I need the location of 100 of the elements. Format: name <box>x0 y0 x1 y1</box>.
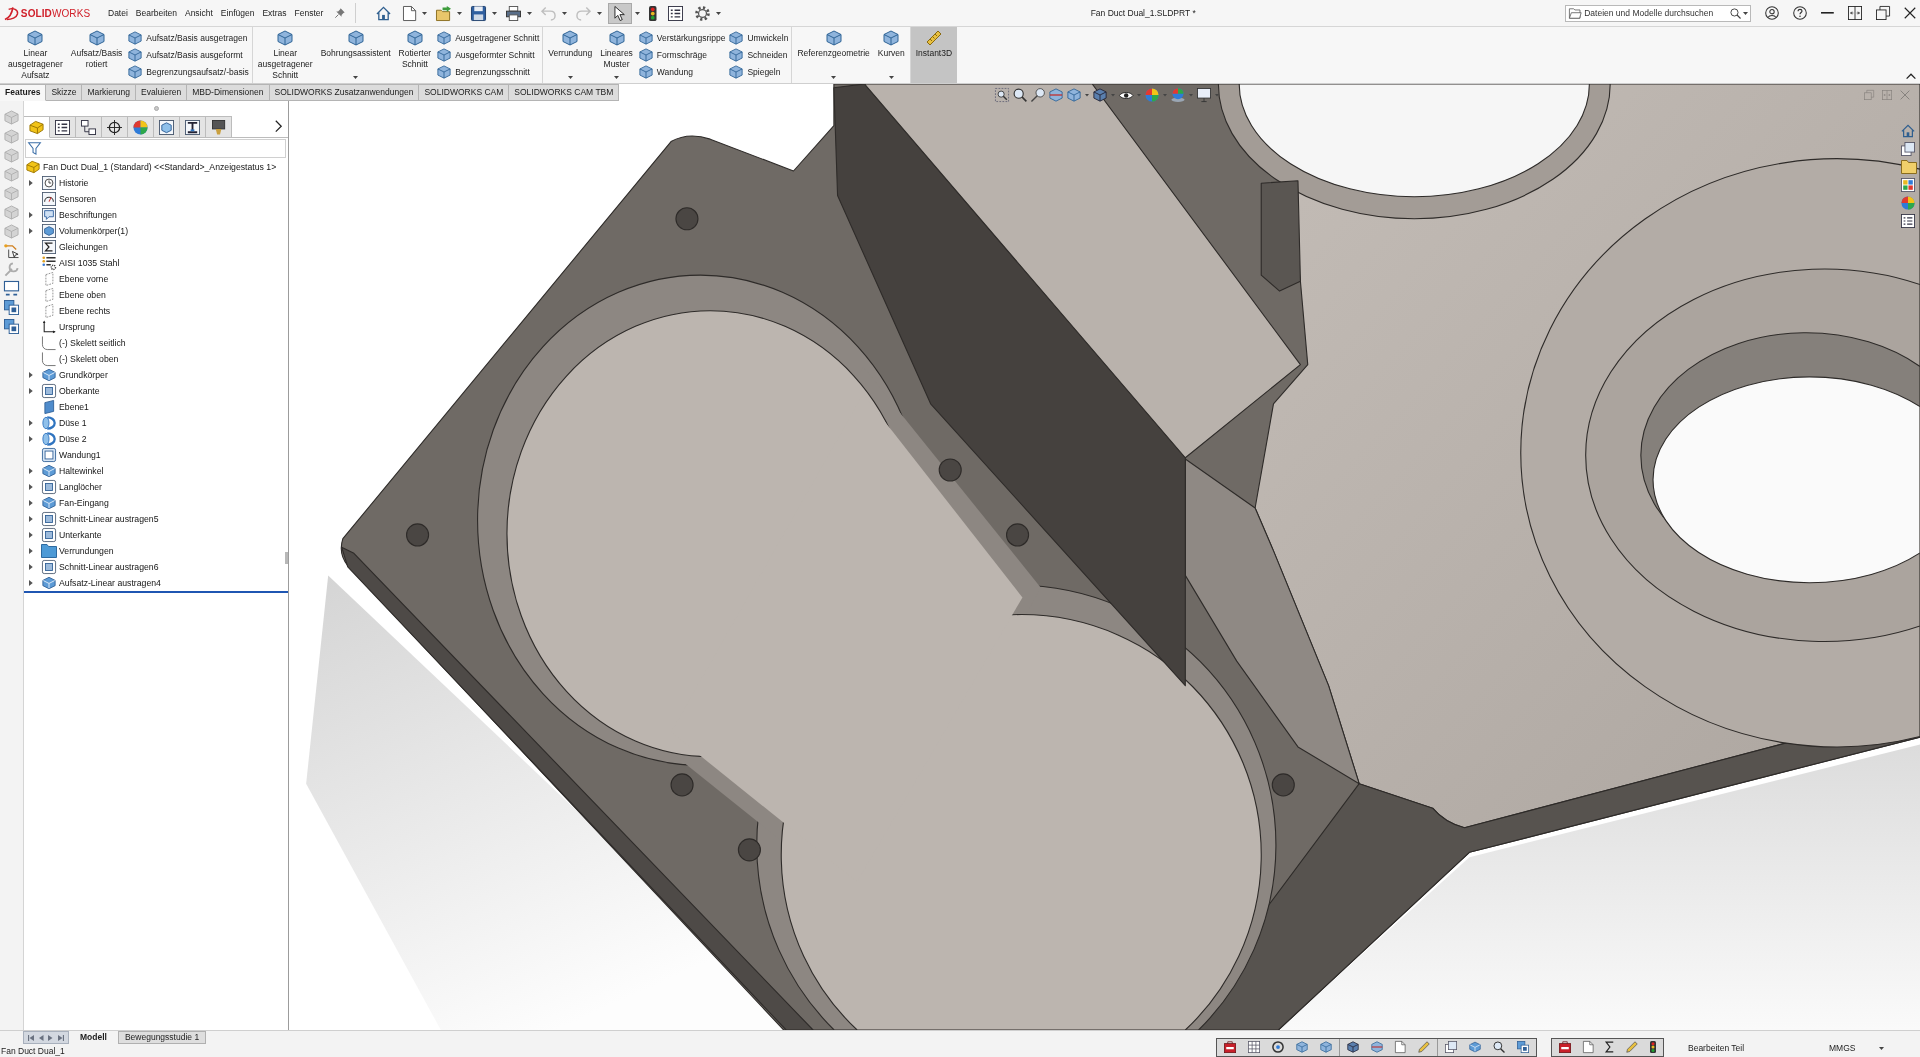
filter-field[interactable] <box>25 139 286 158</box>
caret-icon[interactable] <box>1743 11 1749 15</box>
tree-item[interactable]: Schnitt-Linear austragen5 <box>42 512 159 526</box>
ribbon-button[interactable]: Rotierter Schnitt <box>396 27 434 83</box>
collapse-ribbon-icon[interactable] <box>1906 72 1916 79</box>
expand-arrow-icon[interactable] <box>29 500 33 506</box>
ribbon-button[interactable]: Ausgetragener Schnitt <box>437 30 540 45</box>
tree-item[interactable]: Volumenkörper(1) <box>42 224 129 238</box>
ribbon-button[interactable]: Kurven <box>875 27 907 83</box>
tree-item[interactable]: (-) Skelett seitlich <box>42 336 126 350</box>
folder-icon[interactable] <box>1901 160 1917 174</box>
panel-tab[interactable] <box>206 116 232 138</box>
tree-item[interactable]: Düse 2 <box>42 432 87 446</box>
display-style-icon[interactable] <box>1093 88 1107 102</box>
search-field[interactable]: Dateien und Modelle durchsuchen <box>1565 4 1752 22</box>
expand-arrow-icon[interactable] <box>29 212 33 218</box>
skip-forward-icon[interactable] <box>57 1034 64 1041</box>
tree-item[interactable]: Wandung1 <box>42 448 101 462</box>
tree-item[interactable]: Sensoren <box>42 192 97 206</box>
ribbon-button[interactable]: Wandung <box>638 65 726 80</box>
expand-arrow-icon[interactable] <box>29 468 33 474</box>
menu-item[interactable]: Bearbeiten <box>135 8 177 18</box>
expand-arrow-icon[interactable] <box>29 564 33 570</box>
arrow-right-icon[interactable] <box>48 1034 53 1041</box>
panel-tab[interactable] <box>180 116 206 138</box>
expand-arrow-icon[interactable] <box>29 516 33 522</box>
pages-icon[interactable] <box>1444 1041 1457 1053</box>
caret-icon[interactable] <box>614 76 620 79</box>
tree-root-item[interactable]: Fan Duct Dual_1 (Standard) <<Standard>_Anzeigestatus 1> <box>26 160 277 174</box>
copy-icon[interactable] <box>4 319 19 334</box>
home-icon[interactable] <box>1901 124 1915 138</box>
tree-item[interactable]: Ebene rechts <box>42 304 111 318</box>
ribbon-button[interactable]: Verstärkungsrippe <box>638 30 726 45</box>
menu-item[interactable]: Datei <box>108 8 128 18</box>
pin-icon[interactable] <box>335 8 346 18</box>
copy-icon[interactable] <box>1516 1041 1529 1053</box>
command-tab[interactable]: SOLIDWORKS Zusatzanwendungen <box>269 84 420 101</box>
command-tab[interactable]: Features <box>0 84 47 101</box>
expand-arrow-icon[interactable] <box>29 484 33 490</box>
ribbon-button[interactable]: Umwickeln <box>729 30 789 45</box>
panel-tab[interactable] <box>102 116 128 138</box>
tree-item[interactable]: Ursprung <box>42 320 95 334</box>
tree-item[interactable]: Aufsatz-Linear austragen4 <box>42 576 161 590</box>
tree-item[interactable]: Gleichungen <box>42 240 108 254</box>
tree-item[interactable]: Haltewinkel <box>42 464 104 478</box>
command-tab[interactable]: Markierung <box>82 84 136 101</box>
tree-item[interactable]: Grundkörper <box>42 368 108 382</box>
user-icon[interactable] <box>1765 6 1780 20</box>
ribbon-button[interactable]: Begrenzungsschnitt <box>437 65 540 80</box>
command-tab[interactable]: MBD-Dimensionen <box>187 84 270 101</box>
cube-icon[interactable] <box>1296 1041 1308 1053</box>
expand-arrow-icon[interactable] <box>29 532 33 538</box>
tree-item[interactable]: Verrundungen <box>42 544 114 558</box>
tree-item[interactable]: Düse 1 <box>42 416 87 430</box>
tree-item[interactable]: Fan-Eingang <box>42 496 109 510</box>
caret-icon[interactable] <box>527 11 533 15</box>
command-tab[interactable]: Evaluieren <box>136 84 188 101</box>
caret-icon[interactable] <box>492 11 498 15</box>
ribbon-button[interactable]: Bohrungsassistent <box>318 27 393 83</box>
caret-icon[interactable] <box>1085 93 1089 97</box>
expand-arrow-icon[interactable] <box>29 436 33 442</box>
ribbon-button[interactable]: Aufsatz/Basis rotiert <box>68 27 125 83</box>
expand-arrow-icon[interactable] <box>29 580 33 586</box>
tree-item[interactable]: AISI 1035 Stahl <box>42 256 120 270</box>
color-sphere-icon[interactable] <box>1145 88 1160 102</box>
tree-item[interactable]: Langlöcher <box>42 480 102 494</box>
tree-item[interactable]: (-) Skelett oben <box>42 352 119 366</box>
command-tab[interactable]: SOLIDWORKS CAM TBM <box>509 84 620 101</box>
tree-item[interactable]: Oberkante <box>42 384 100 398</box>
tree-item[interactable]: Historie <box>42 176 89 190</box>
grid-icon[interactable] <box>1248 1041 1260 1053</box>
toolbox-icon[interactable] <box>1224 1041 1236 1053</box>
caret-icon[interactable] <box>831 76 837 79</box>
list-icon[interactable] <box>1901 214 1915 228</box>
tiles-icon[interactable] <box>1901 178 1915 192</box>
cube-icon[interactable] <box>1320 1041 1332 1053</box>
menu-item[interactable]: Fenster <box>294 8 324 18</box>
ribbon-button[interactable]: Verrundung <box>546 27 595 83</box>
tree-item[interactable]: Schnitt-Linear austragen6 <box>42 560 159 574</box>
ribbon-button[interactable]: Lineares Muster <box>598 27 635 83</box>
tree-item[interactable]: Ebene oben <box>42 288 106 302</box>
help-icon[interactable] <box>1793 6 1808 20</box>
panel-tab[interactable] <box>50 116 76 138</box>
screen-icon[interactable] <box>4 281 19 296</box>
expand-arrow-icon[interactable] <box>29 388 33 394</box>
tree-item[interactable]: Unterkante <box>42 528 102 542</box>
document-tab[interactable]: Bewegungsstudie 1 <box>117 1031 207 1044</box>
caret-icon[interactable] <box>888 76 894 79</box>
tree-item[interactable]: Beschriftungen <box>42 208 117 222</box>
traffic-light-icon[interactable] <box>1650 1041 1656 1053</box>
ribbon-button[interactable]: Formschräge <box>638 48 726 62</box>
tree-item[interactable]: Ebene vorne <box>42 272 109 286</box>
target-icon[interactable] <box>1272 1041 1284 1053</box>
expand-arrow-icon[interactable] <box>29 180 33 186</box>
caret-icon[interactable] <box>634 11 640 15</box>
document-icon[interactable] <box>1395 1041 1406 1053</box>
caret-icon[interactable] <box>716 11 722 15</box>
caret-icon[interactable] <box>353 76 359 79</box>
pencil-icon[interactable] <box>1417 1041 1430 1053</box>
zoom-fit-icon[interactable] <box>995 88 1009 102</box>
